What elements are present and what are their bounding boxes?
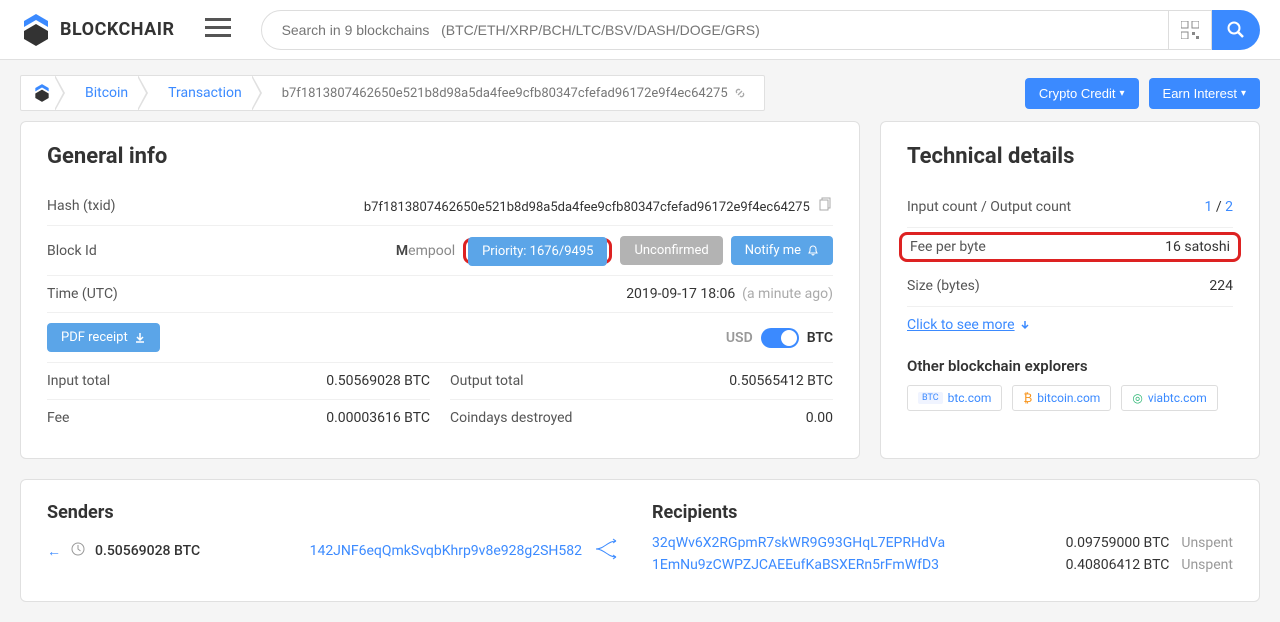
time-label: Time (UTC) <box>47 286 118 302</box>
io-count-row: Input count / Output count 1 / 2 <box>907 187 1233 228</box>
time-value: 2019-09-17 18:06 (a minute ago) <box>626 286 833 302</box>
size-value: 224 <box>1209 278 1233 294</box>
recipient-row-2: 1EmNu9zCWPZJCAEEufKaBSXERn5rFmWfD3 0.408… <box>652 557 1233 573</box>
previous-tx-link[interactable]: ← <box>47 543 61 560</box>
recipient-2-amount: 0.40806412 BTC <box>1066 557 1170 573</box>
breadcrumb-hash: b7f1813807462650e521b8d98a5da4fee9cfb803… <box>260 75 764 111</box>
fee-per-byte-value: 16 satoshi <box>1165 239 1230 255</box>
earn-interest-button[interactable]: Earn Interest <box>1149 78 1260 109</box>
fee-row: Fee 0.00003616 BTC <box>47 400 430 436</box>
sender-address[interactable]: 142JNF6eqQmkSvqbKhrp9v8e928g2SH582 <box>310 543 582 559</box>
search-input[interactable] <box>261 10 1169 50</box>
notify-button[interactable]: Notify me <box>731 236 833 265</box>
qr-icon <box>1181 21 1199 39</box>
usd-label: USD <box>726 330 753 346</box>
priority-badge: Priority: 1676/9495 <box>468 237 607 266</box>
top-buttons: Crypto Credit Earn Interest <box>1025 78 1260 109</box>
input-total-label: Input total <box>47 373 110 389</box>
qr-button[interactable] <box>1169 10 1212 50</box>
search-button[interactable] <box>1212 10 1260 50</box>
fee-per-byte-row: Fee per byte 16 satoshi <box>899 232 1241 262</box>
output-total-row: Output total 0.50565412 BTC <box>450 363 833 400</box>
arrow-down-icon <box>1019 319 1031 331</box>
explorer-buttons: BTCbtc.com ₿bitcoin.com ◎viabtc.com <box>907 385 1233 411</box>
currency-toggle[interactable] <box>761 328 799 348</box>
download-icon <box>134 332 146 344</box>
size-row: Size (bytes) 224 <box>907 266 1233 307</box>
search-icon <box>1227 21 1245 39</box>
pdf-receipt-button[interactable]: PDF receipt <box>47 323 160 352</box>
breadcrumb-bar: Bitcoin Transaction b7f1813807462650e521… <box>0 60 1280 121</box>
recipient-row-1: 32qWv6X2RGpmR7skWR9G93GHqL7EPRHdVa 0.097… <box>652 535 1233 551</box>
top-header: BLOCKCHAIR <box>0 0 1280 60</box>
recipients-title: Recipients <box>652 502 1233 523</box>
currency-toggle-wrap: USD BTC <box>726 328 833 348</box>
btc-label: BTC <box>807 330 833 346</box>
link-icon[interactable] <box>734 87 746 99</box>
block-row: Block Id Mempool Priority: 1676/9495 Unc… <box>47 226 833 276</box>
recipient-1-address[interactable]: 32qWv6X2RGpmR7skWR9G93GHqL7EPRHdVa <box>652 535 945 551</box>
copy-icon[interactable] <box>819 200 833 215</box>
sender-amount: 0.50569028 BTC <box>95 543 200 559</box>
explorer-viabtc-com[interactable]: ◎viabtc.com <box>1121 385 1218 411</box>
coindays-value: 0.00 <box>806 410 833 426</box>
flow-arrow-icon <box>594 535 624 567</box>
mempool-status: Mempool <box>396 243 455 259</box>
crypto-credit-button[interactable]: Crypto Credit <box>1025 78 1139 109</box>
recipients-column: Recipients 32qWv6X2RGpmR7skWR9G93GHqL7EP… <box>652 502 1233 579</box>
unconfirmed-badge: Unconfirmed <box>620 236 722 265</box>
output-count-link[interactable]: 2 <box>1225 199 1233 215</box>
explorer-bitcoin-com[interactable]: ₿bitcoin.com <box>1012 385 1111 411</box>
senders-title: Senders <box>47 502 628 523</box>
general-info-title: General info <box>47 144 833 169</box>
recipient-2-status: Unspent <box>1181 557 1233 573</box>
explorer-btc-com[interactable]: BTCbtc.com <box>907 385 1002 411</box>
output-total-value: 0.50565412 BTC <box>729 373 833 389</box>
block-label: Block Id <box>47 243 97 259</box>
fee-label: Fee <box>47 410 69 426</box>
breadcrumb: Bitcoin Transaction b7f1813807462650e521… <box>20 75 765 111</box>
io-count-label: Input count / Output count <box>907 199 1071 215</box>
hash-value: b7f1813807462650e521b8d98a5da4fee9cfb803… <box>364 197 833 215</box>
search-wrap <box>261 10 1260 50</box>
general-info-card: General info Hash (txid) b7f181380746265… <box>20 121 860 459</box>
logo[interactable]: BLOCKCHAIR <box>20 12 175 48</box>
fee-value: 0.00003616 BTC <box>326 410 430 426</box>
sender-row: ← 0.50569028 BTC 142JNF6eqQmkSvqbKhrp9v8… <box>47 535 628 567</box>
coindays-label: Coindays destroyed <box>450 410 572 426</box>
breadcrumb-page[interactable]: Transaction <box>146 75 260 111</box>
bell-icon <box>807 245 819 257</box>
size-label: Size (bytes) <box>907 278 980 294</box>
recipient-2-address[interactable]: 1EmNu9zCWPZJCAEEufKaBSXERn5rFmWfD3 <box>652 557 939 573</box>
coindays-row: Coindays destroyed 0.00 <box>450 400 833 436</box>
senders-column: Senders ← 0.50569028 BTC 142JNF6eqQmkSvq… <box>47 502 628 579</box>
io-count-value: 1 / 2 <box>1205 199 1233 215</box>
menu-button[interactable] <box>205 18 231 42</box>
logo-icon <box>20 12 52 48</box>
hash-label: Hash (txid) <box>47 198 116 214</box>
priority-highlight: Priority: 1676/9495 <box>463 238 612 264</box>
input-total-row: Input total 0.50569028 BTC <box>47 363 430 400</box>
see-more-link[interactable]: Click to see more <box>907 307 1031 343</box>
clock-icon <box>71 542 85 560</box>
recipient-1-amount: 0.09759000 BTC <box>1066 535 1170 551</box>
output-total-label: Output total <box>450 373 524 389</box>
time-row: Time (UTC) 2019-09-17 18:06 (a minute ag… <box>47 276 833 313</box>
hash-row: Hash (txid) b7f1813807462650e521b8d98a5d… <box>47 187 833 226</box>
fee-per-byte-label: Fee per byte <box>910 239 986 255</box>
senders-recipients-card: Senders ← 0.50569028 BTC 142JNF6eqQmkSvq… <box>20 479 1260 602</box>
input-total-value: 0.50569028 BTC <box>326 373 430 389</box>
menu-icon <box>205 18 231 38</box>
technical-details-card: Technical details Input count / Output c… <box>880 121 1260 459</box>
brand-text: BLOCKCHAIR <box>60 19 175 40</box>
other-explorers-title: Other blockchain explorers <box>907 357 1233 375</box>
recipient-1-status: Unspent <box>1181 535 1233 551</box>
breadcrumb-chain[interactable]: Bitcoin <box>63 75 146 111</box>
pdf-currency-row: PDF receipt USD BTC <box>47 313 833 363</box>
technical-title: Technical details <box>907 144 1233 169</box>
